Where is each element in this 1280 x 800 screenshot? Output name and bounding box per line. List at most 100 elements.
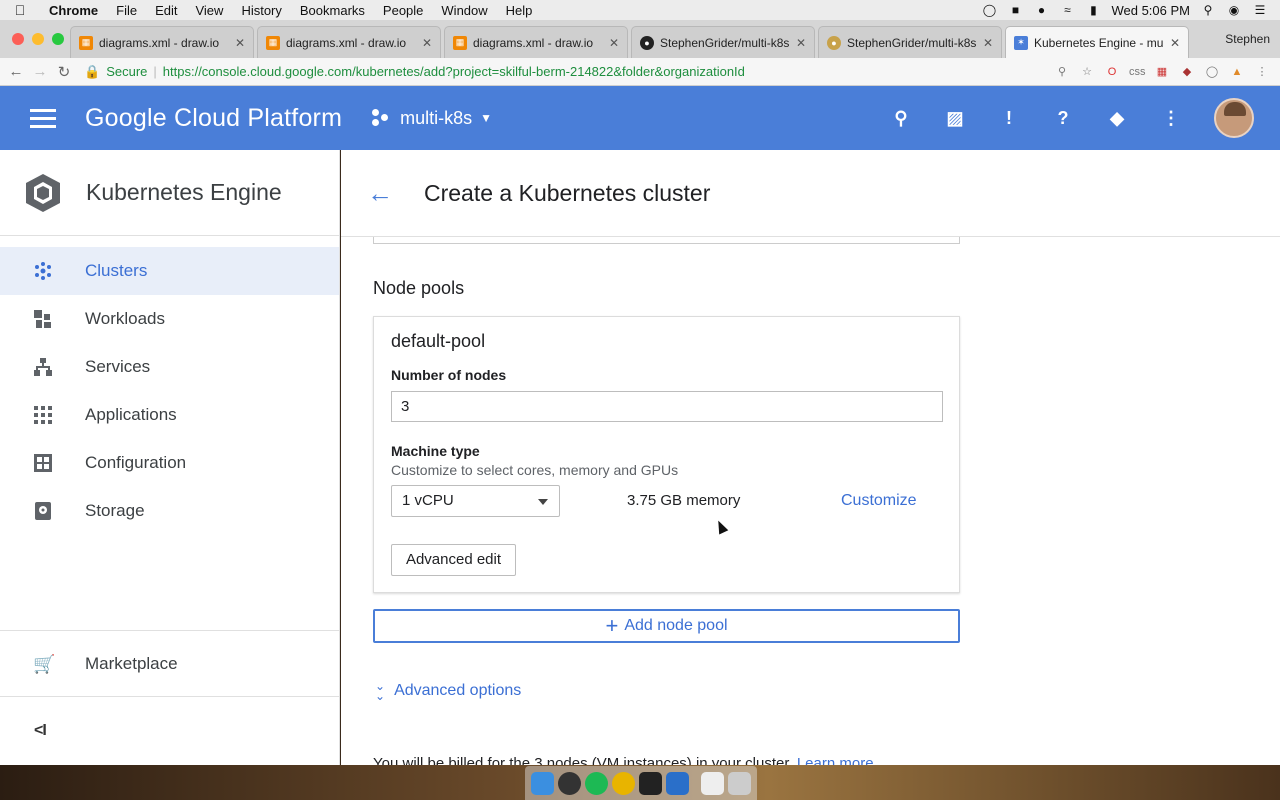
machine-type-select[interactable]: 1 vCPU xyxy=(391,485,560,517)
mac-menubar:  Chrome File Edit View History Bookmark… xyxy=(0,0,1280,20)
learn-more-link[interactable]: Learn more xyxy=(797,755,874,765)
menu-people[interactable]: People xyxy=(374,3,432,18)
battery-icon[interactable]: ▮ xyxy=(1085,3,1101,17)
glasses-icon[interactable]: ◯ xyxy=(981,3,997,17)
calendar-extension-icon[interactable]: ▦ xyxy=(1154,64,1170,80)
close-tab-icon[interactable]: ✕ xyxy=(796,36,806,50)
apple-menu-icon[interactable]:  xyxy=(0,2,40,18)
chrome-menu-icon[interactable]: ⋮ xyxy=(1254,64,1270,80)
sidebar-item-marketplace[interactable]: 🛒 Marketplace xyxy=(0,630,339,696)
hamburger-menu-icon[interactable] xyxy=(30,108,56,128)
sidebar-item-configuration[interactable]: Configuration xyxy=(0,439,339,487)
menu-app-name[interactable]: Chrome xyxy=(40,3,107,18)
extension-icon[interactable]: ◯ xyxy=(1204,64,1220,80)
back-arrow-icon[interactable]: ← xyxy=(367,178,393,209)
bookmark-star-icon[interactable]: ☆ xyxy=(1079,64,1095,80)
gcp-product-name[interactable]: Google Cloud Platform xyxy=(85,104,342,133)
browser-tab[interactable]: ▦ diagrams.xml - draw.io ✕ xyxy=(70,26,254,58)
close-tab-icon[interactable]: ✕ xyxy=(235,36,245,50)
feedback-icon[interactable]: ! xyxy=(998,107,1020,129)
sidebar-item-services[interactable]: Services xyxy=(0,343,339,391)
css-extension-icon[interactable]: css xyxy=(1129,64,1146,80)
menu-file[interactable]: File xyxy=(107,3,146,18)
menu-edit[interactable]: Edit xyxy=(146,3,186,18)
forward-nav-icon[interactable]: → xyxy=(28,63,52,80)
add-node-pool-button[interactable]: + Add node pool xyxy=(373,609,960,643)
close-window-icon[interactable] xyxy=(12,33,24,45)
back-nav-icon[interactable]: ← xyxy=(4,63,28,80)
chrome-profile-name[interactable]: Stephen xyxy=(1225,32,1270,46)
opera-extension-icon[interactable]: O xyxy=(1104,64,1120,80)
sidebar-title: Kubernetes Engine xyxy=(86,179,282,205)
search-icon[interactable]: ⚲ xyxy=(890,107,912,129)
menu-window[interactable]: Window xyxy=(432,3,496,18)
secure-label: Secure xyxy=(106,64,148,79)
customize-link[interactable]: Customize xyxy=(841,492,917,510)
close-tab-icon[interactable]: ✕ xyxy=(1170,36,1180,50)
obs-icon[interactable]: ● xyxy=(1033,3,1049,17)
sidebar-item-workloads[interactable]: Workloads xyxy=(0,295,339,343)
chrome-icon[interactable] xyxy=(612,771,635,795)
collapse-sidebar-button[interactable]: <I xyxy=(0,696,339,765)
browser-tab-active[interactable]: ✶ Kubernetes Engine - multi-k ✕ xyxy=(1005,26,1189,58)
menubar-status-area: ◯ ■ ● ≈ ▮ Wed 5:06 PM ⚲ ◉ ☰ xyxy=(981,3,1280,18)
obs-icon[interactable] xyxy=(558,771,581,795)
browser-tab[interactable]: ● StephenGrider/multi-k8s ✕ xyxy=(631,26,815,58)
sidebar-item-label: Clusters xyxy=(85,261,148,280)
advanced-options-toggle[interactable]: ⌄ ⌄ Advanced options xyxy=(375,680,521,702)
menubar-clock[interactable]: Wed 5:06 PM xyxy=(1111,3,1190,18)
omnibox-divider: | xyxy=(153,64,157,79)
spotlight-search-icon[interactable]: ⚲ xyxy=(1200,3,1216,17)
ublock-extension-icon[interactable]: ◆ xyxy=(1179,64,1195,80)
services-icon xyxy=(33,357,53,377)
close-tab-icon[interactable]: ✕ xyxy=(609,36,619,50)
close-tab-icon[interactable]: ✕ xyxy=(422,36,432,50)
project-selector[interactable]: multi-k8s ▼ xyxy=(372,108,492,129)
spotify-icon[interactable] xyxy=(585,771,608,795)
wifi-icon[interactable]: ≈ xyxy=(1059,3,1075,17)
docker-icon[interactable]: ■ xyxy=(1007,3,1023,17)
menu-history[interactable]: History xyxy=(232,3,290,18)
trash-icon[interactable] xyxy=(728,771,751,795)
sidebar-item-clusters[interactable]: Clusters xyxy=(0,247,339,295)
minimize-window-icon[interactable] xyxy=(32,33,44,45)
menu-help[interactable]: Help xyxy=(497,3,542,18)
siri-icon[interactable]: ◉ xyxy=(1226,3,1242,17)
cloud-shell-icon[interactable]: ▨ xyxy=(944,107,966,129)
sidebar-item-label: Services xyxy=(85,357,151,376)
gcp-header: Google Cloud Platform multi-k8s ▼ ⚲ ▨ ! … xyxy=(0,86,1280,150)
storage-icon xyxy=(33,501,53,521)
number-of-nodes-input[interactable]: 3 xyxy=(391,391,943,422)
menu-view[interactable]: View xyxy=(186,3,232,18)
browser-tab[interactable]: ▦ diagrams.xml - draw.io ✕ xyxy=(257,26,441,58)
project-name: multi-k8s xyxy=(400,107,473,128)
menu-bookmarks[interactable]: Bookmarks xyxy=(291,3,374,18)
pool-name: default-pool xyxy=(391,331,486,351)
project-dots-icon xyxy=(372,109,392,127)
finder-icon[interactable] xyxy=(531,771,554,795)
close-tab-icon[interactable]: ✕ xyxy=(983,36,993,50)
avatar[interactable] xyxy=(1214,98,1254,138)
notification-center-icon[interactable]: ☰ xyxy=(1252,3,1268,17)
vscode-icon[interactable] xyxy=(666,771,689,795)
omnibox[interactable]: 🔒 Secure | https://console.cloud.google.… xyxy=(84,64,1054,80)
advanced-edit-button[interactable]: Advanced edit xyxy=(391,544,516,576)
terminal-icon[interactable] xyxy=(639,771,662,795)
sidebar-item-label: Applications xyxy=(85,405,177,424)
reload-icon[interactable]: ↻ xyxy=(52,63,76,81)
browser-tab[interactable]: ● StephenGrider/multi-k8s · ✕ xyxy=(818,26,1002,58)
add-node-pool-label: Add node pool xyxy=(624,617,728,634)
workloads-icon xyxy=(33,309,53,329)
notifications-bell-icon[interactable]: ◆ xyxy=(1106,107,1128,129)
sidebar-item-storage[interactable]: Storage xyxy=(0,487,339,535)
metamask-extension-icon[interactable]: ▲ xyxy=(1229,64,1245,80)
tab-title: Kubernetes Engine - multi-k xyxy=(1034,35,1164,50)
browser-tab[interactable]: ▦ diagrams.xml - draw.io ✕ xyxy=(444,26,628,58)
document-icon[interactable] xyxy=(701,771,724,795)
sidebar-item-applications[interactable]: Applications xyxy=(0,391,339,439)
zoom-window-icon[interactable] xyxy=(52,33,64,45)
more-vert-icon[interactable]: ⋮ xyxy=(1160,107,1182,129)
zoom-icon[interactable]: ⚲ xyxy=(1054,64,1070,80)
help-icon[interactable]: ? xyxy=(1052,107,1074,129)
sidebar-item-label: Configuration xyxy=(85,453,187,472)
